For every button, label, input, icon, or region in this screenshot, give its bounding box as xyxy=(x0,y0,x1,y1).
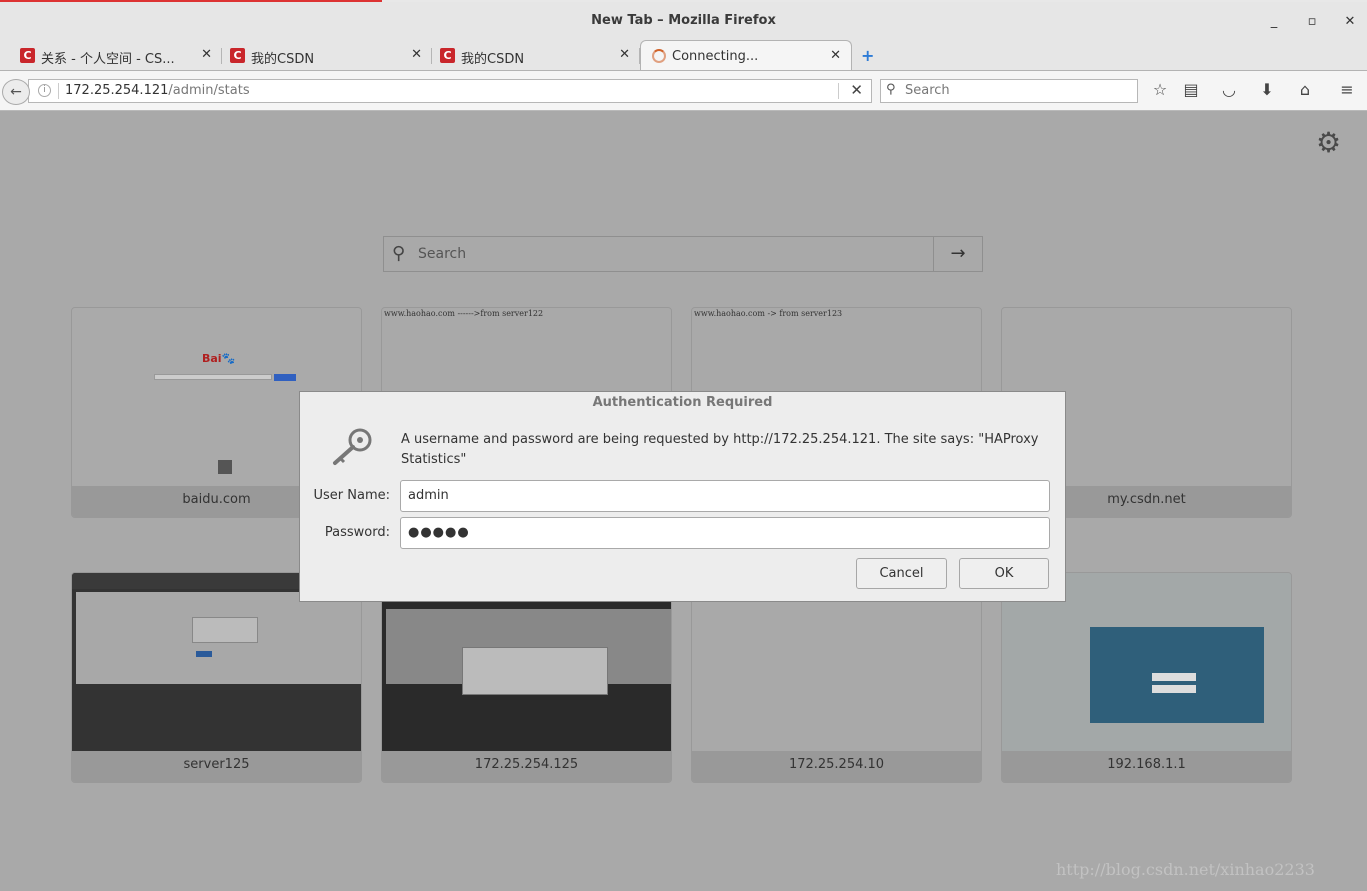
tile-172-25-254-125[interactable]: 172.25.254.125 xyxy=(381,572,672,783)
url-path: /admin/stats xyxy=(168,83,250,98)
stop-loading-icon[interactable]: ✕ xyxy=(850,81,863,99)
auth-dialog: Authentication Required A username and p… xyxy=(299,391,1066,602)
tab-3[interactable]: C 我的CSDN ✕ xyxy=(420,40,640,70)
loading-progress-line xyxy=(0,0,382,2)
navigation-toolbar: i 172.25.254.121/admin/stats ✕ ← ⚲ Searc… xyxy=(0,70,1367,111)
pocket-icon[interactable]: ◡ xyxy=(1218,80,1240,99)
login-form-image xyxy=(192,617,258,643)
key-icon xyxy=(333,428,372,465)
search-icon: ⚲ xyxy=(392,243,406,264)
reading-list-icon[interactable]: ▤ xyxy=(1180,80,1202,99)
qr-code-image xyxy=(218,460,232,474)
home-icon[interactable]: ⌂ xyxy=(1294,80,1316,99)
csdn-icon: C xyxy=(230,48,245,63)
newtab-search-placeholder: Search xyxy=(418,246,467,262)
url-text[interactable]: 172.25.254.121/admin/stats xyxy=(65,83,250,98)
tab-label: Connecting... xyxy=(672,49,759,64)
tab-label: 我的CSDN xyxy=(461,52,525,67)
cancel-button[interactable]: Cancel xyxy=(856,558,947,589)
tab-strip: C 关系 - 个人空间 - CS... ✕ C 我的CSDN ✕ C 我的CSD… xyxy=(0,40,1367,70)
username-label: User Name: xyxy=(313,488,391,503)
loading-spinner-icon xyxy=(652,49,666,63)
tab-1[interactable]: C 关系 - 个人空间 - CS... ✕ xyxy=(0,40,222,70)
dialog-title: Authentication Required xyxy=(592,395,773,410)
search-placeholder: Search xyxy=(905,83,950,98)
dialog-message: A username and password are being reques… xyxy=(401,432,1039,467)
url-bar[interactable]: i 172.25.254.121/admin/stats ✕ xyxy=(28,79,872,103)
url-host: 172.25.254.121 xyxy=(65,83,169,98)
router-login-image xyxy=(1090,627,1264,723)
csdn-icon: C xyxy=(440,48,455,63)
tab-close-icon[interactable]: ✕ xyxy=(619,47,630,62)
tab-label: 关系 - 个人空间 - CS... xyxy=(41,52,175,67)
newtab-search-box[interactable]: ⚲ Search → xyxy=(383,236,983,272)
password-label: Password: xyxy=(324,525,390,540)
gear-icon[interactable]: ⚙ xyxy=(1316,126,1341,159)
tile-server125[interactable]: server125 xyxy=(71,572,362,783)
password-input[interactable]: ●●●●● xyxy=(400,517,1050,549)
tab-label: 我的CSDN xyxy=(251,52,315,67)
search-go-arrow-icon[interactable]: → xyxy=(933,237,982,271)
csdn-icon: C xyxy=(20,48,35,63)
baidu-logo-image: Bai🐾 xyxy=(202,352,236,365)
tab-2[interactable]: C 我的CSDN ✕ xyxy=(210,40,432,70)
menu-hamburger-icon[interactable]: ≡ xyxy=(1336,80,1358,99)
search-bar[interactable]: ⚲ Search xyxy=(880,79,1138,103)
back-button[interactable]: ← xyxy=(2,79,30,105)
tab-close-icon[interactable]: ✕ xyxy=(830,48,841,63)
tile-caption: 172.25.254.10 xyxy=(692,751,981,782)
tile-172-25-254-10[interactable]: 172.25.254.10 xyxy=(691,572,982,783)
downloads-icon[interactable]: ⬇ xyxy=(1256,80,1278,99)
minimize-button[interactable]: _ xyxy=(1264,14,1284,32)
bookmark-star-icon[interactable]: ☆ xyxy=(1149,80,1171,99)
search-icon: ⚲ xyxy=(886,82,896,97)
close-window-button[interactable]: ✕ xyxy=(1340,14,1360,32)
ok-button[interactable]: OK xyxy=(959,558,1049,589)
tile-caption: 192.168.1.1 xyxy=(1002,751,1291,782)
tab-4-active[interactable]: Connecting... ✕ xyxy=(640,40,852,70)
warning-dialog-image xyxy=(462,647,608,695)
back-arrow-icon: ← xyxy=(10,84,22,100)
watermark-text: http://blog.csdn.net/xinhao2233 xyxy=(1056,860,1315,879)
thumb-text: www.haohao.com ------>from server122 xyxy=(384,309,544,318)
window-title: New Tab – Mozilla Firefox xyxy=(591,13,776,28)
username-input[interactable]: admin xyxy=(400,480,1050,512)
thumb-text: www.haohao.com -> from server123 xyxy=(694,309,843,318)
maximize-button[interactable]: ▫ xyxy=(1302,14,1322,32)
new-tab-plus-icon[interactable]: + xyxy=(861,46,874,65)
tile-caption: 172.25.254.125 xyxy=(382,751,671,782)
window-titlebar: New Tab – Mozilla Firefox _ ▫ ✕ xyxy=(0,0,1367,40)
tile-192-168-1-1[interactable]: 192.168.1.1 xyxy=(1001,572,1292,783)
site-info-icon[interactable]: i xyxy=(38,84,51,97)
tile-caption: server125 xyxy=(72,751,361,782)
